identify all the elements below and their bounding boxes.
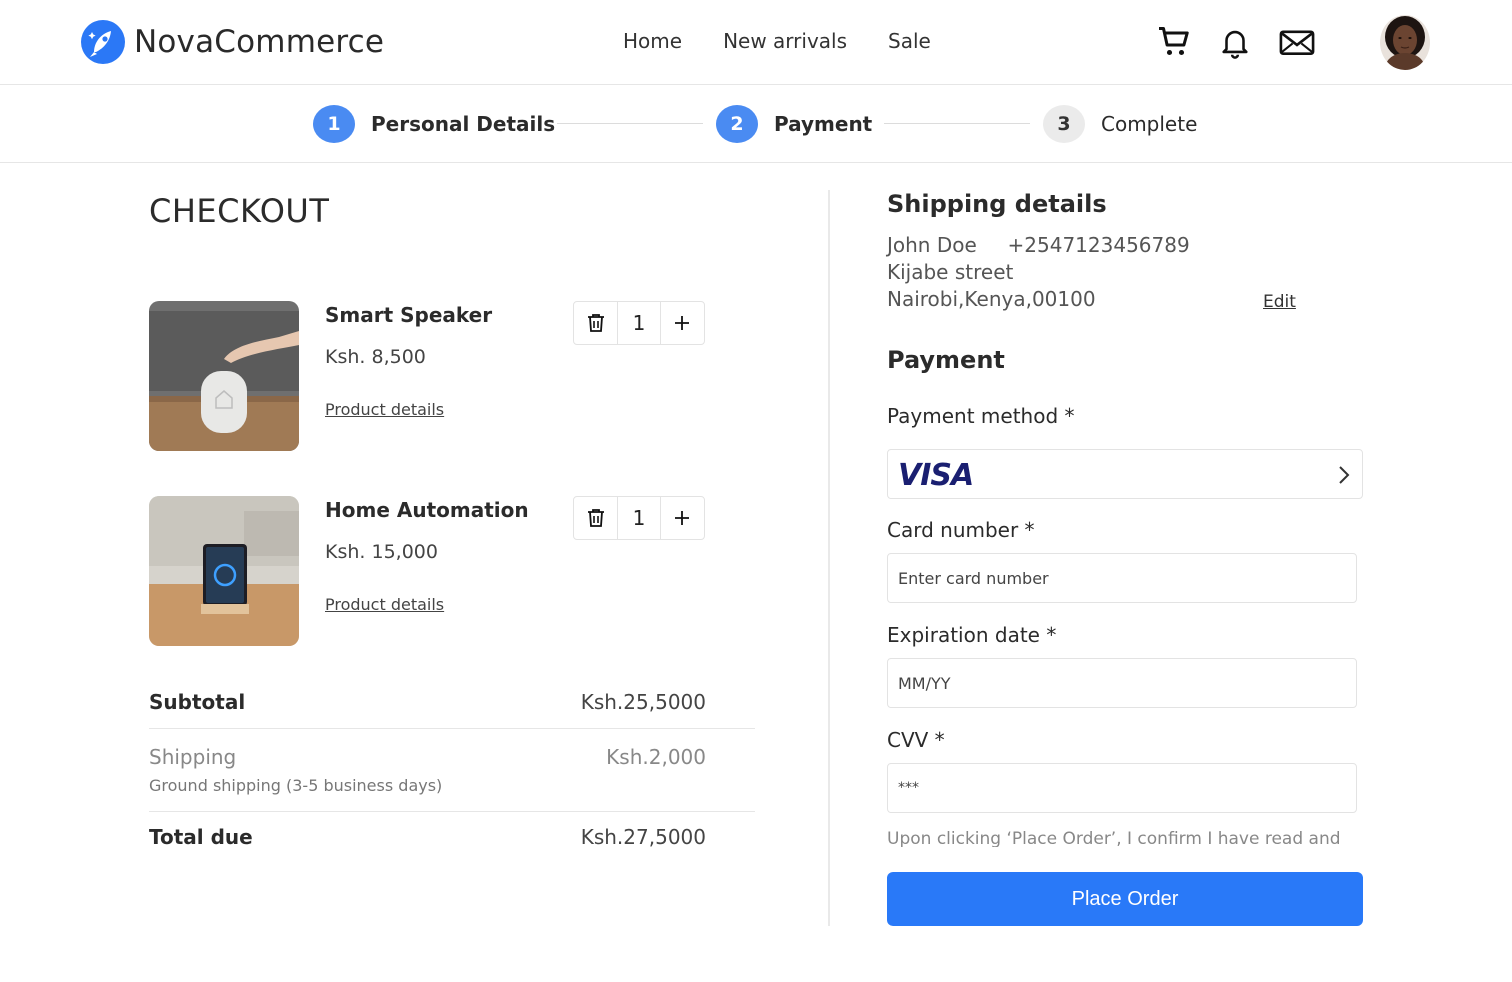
step-payment[interactable]: 2 Payment (716, 105, 872, 143)
product-image-home-automation[interactable] (149, 496, 299, 646)
total-row: Total due Ksh.27,5000 (149, 825, 706, 849)
subtotal-label: Subtotal (149, 690, 246, 714)
quantity-stepper: 1 (573, 301, 705, 345)
step-complete[interactable]: 3 Complete (1043, 105, 1197, 143)
brand-name: NovaCommerce (134, 24, 385, 60)
order-consent-text: Upon clicking ‘Place Order’, I confirm I… (887, 829, 1341, 847)
main-nav: Home New arrivals Sale (623, 29, 931, 53)
delete-item-button[interactable] (574, 302, 617, 344)
shipping-city: Nairobi,Kenya,00100 (887, 287, 1096, 311)
shipping-label: Shipping (149, 745, 237, 769)
product-details-link[interactable]: Product details (325, 595, 444, 614)
step-label: Payment (774, 112, 873, 136)
subtotal-row: Subtotal Ksh.25,5000 (149, 690, 706, 714)
shipping-value: Ksh.2,000 (606, 745, 706, 769)
product-name: Smart Speaker (325, 303, 493, 327)
shipping-name-phone: John Doe +2547123456789 (887, 232, 1190, 259)
nav-new-arrivals[interactable]: New arrivals (723, 29, 847, 53)
shipping-note: Ground shipping (3-5 business days) (149, 776, 443, 795)
payment-method-select[interactable]: VISA (887, 449, 1363, 499)
card-number-input[interactable]: Enter card number (887, 553, 1357, 603)
subtotal-value: Ksh.25,5000 (580, 690, 706, 714)
total-value: Ksh.27,5000 (580, 825, 706, 849)
place-order-button[interactable]: Place Order (887, 872, 1363, 926)
step-label: Complete (1101, 112, 1198, 136)
column-divider (828, 190, 830, 926)
step-number: 3 (1043, 105, 1085, 143)
chevron-right-icon (1339, 466, 1350, 484)
product-details-link[interactable]: Product details (325, 400, 444, 419)
step-connector (884, 123, 1030, 124)
bell-icon[interactable] (1218, 24, 1252, 60)
step-connector (557, 123, 703, 124)
cvv-label: CVV * (887, 728, 945, 752)
shipping-address: John Doe +2547123456789 Kijabe street Na… (887, 232, 1190, 313)
step-label: Personal Details (371, 112, 556, 136)
shipping-name: John Doe (887, 233, 977, 257)
shipping-row: Shipping Ksh.2,000 (149, 745, 706, 769)
cart-item: Home Automation Ksh. 15,000 Product deta… (149, 496, 709, 646)
nav-home[interactable]: Home (623, 29, 682, 53)
top-navbar: NovaCommerce Home New arrivals Sale (0, 0, 1512, 85)
delete-item-button[interactable] (574, 497, 617, 539)
expiration-date-input[interactable]: MM/YY (887, 658, 1357, 708)
cart-item: Smart Speaker Ksh. 8,500 Product details… (149, 301, 709, 451)
plus-icon (675, 316, 690, 330)
checkout-stepper: 1 Personal Details 2 Payment 3 Complete (0, 86, 1512, 163)
mail-icon[interactable] (1278, 24, 1316, 60)
summary-divider (149, 811, 755, 812)
step-personal-details[interactable]: 1 Personal Details (313, 105, 555, 143)
quantity-value: 1 (617, 302, 661, 344)
shipping-phone: +2547123456789 (1007, 233, 1190, 257)
cvv-input[interactable]: *** (887, 763, 1357, 813)
shipping-details-heading: Shipping details (887, 190, 1107, 218)
rocket-logo-icon (81, 20, 125, 64)
payment-method-label: Payment method * (887, 404, 1075, 428)
increase-quantity-button[interactable] (661, 497, 704, 539)
summary-divider (149, 728, 755, 729)
payment-heading: Payment (887, 346, 1005, 374)
product-price: Ksh. 8,500 (325, 346, 426, 368)
visa-logo: VISA (898, 458, 974, 493)
header-actions (1156, 24, 1316, 60)
brand-logo[interactable]: NovaCommerce (80, 19, 384, 65)
user-avatar[interactable] (1380, 15, 1430, 70)
step-number: 2 (716, 105, 758, 143)
cart-icon[interactable] (1156, 24, 1192, 60)
card-number-label: Card number * (887, 518, 1035, 542)
product-name: Home Automation (325, 498, 529, 522)
expiration-date-label: Expiration date * (887, 623, 1057, 647)
page-title: CHECKOUT (149, 192, 330, 230)
product-image-smart-speaker[interactable] (149, 301, 299, 451)
step-number: 1 (313, 105, 355, 143)
quantity-value: 1 (617, 497, 661, 539)
increase-quantity-button[interactable] (661, 302, 704, 344)
total-label: Total due (149, 825, 253, 849)
nav-sale[interactable]: Sale (888, 29, 931, 53)
edit-shipping-link[interactable]: Edit (1263, 292, 1296, 312)
trash-icon (587, 314, 604, 332)
product-price: Ksh. 15,000 (325, 541, 438, 563)
trash-icon (587, 509, 604, 527)
shipping-street: Kijabe street (887, 260, 1014, 284)
plus-icon (675, 511, 690, 525)
quantity-stepper: 1 (573, 496, 705, 540)
